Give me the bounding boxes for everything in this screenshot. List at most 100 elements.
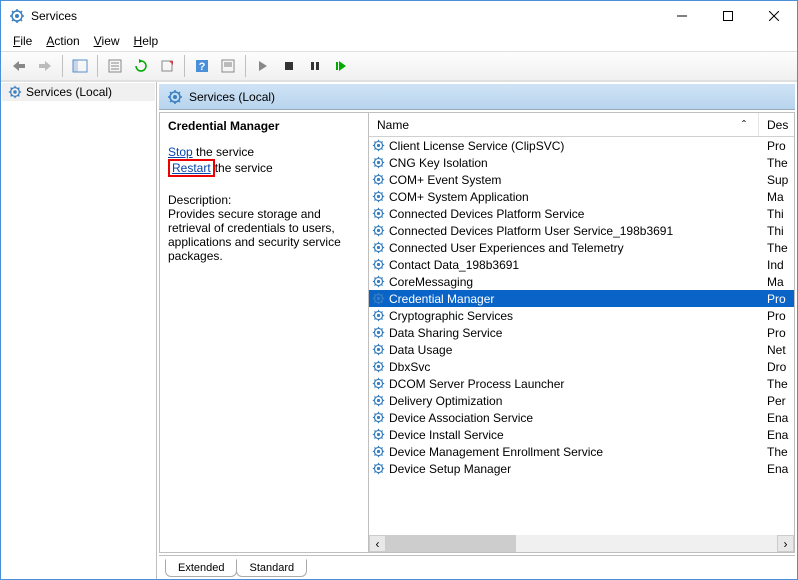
column-name[interactable]: Name ˆ	[369, 113, 759, 136]
services-icon	[9, 8, 25, 24]
minimize-button[interactable]	[659, 1, 705, 31]
column-description[interactable]: Des	[759, 113, 794, 136]
service-row[interactable]: DbxSvcDro	[369, 358, 794, 375]
service-name: Contact Data_198b3691	[387, 258, 759, 272]
service-row[interactable]: Connected User Experiences and Telemetry…	[369, 239, 794, 256]
service-row[interactable]: Device Setup ManagerEna	[369, 460, 794, 477]
service-description: Pro	[759, 309, 794, 323]
gear-icon	[369, 411, 387, 424]
service-description: Pro	[759, 326, 794, 340]
service-row[interactable]: Client License Service (ClipSVC)Pro	[369, 137, 794, 154]
menu-help[interactable]: Help	[134, 34, 159, 48]
restart-service-link[interactable]: Restart	[172, 161, 211, 175]
gear-icon	[369, 326, 387, 339]
detail-pane: Credential Manager Stop the service Rest…	[160, 113, 368, 552]
gear-icon	[369, 156, 387, 169]
menu-file[interactable]: File	[13, 34, 32, 48]
service-name: Device Setup Manager	[387, 462, 759, 476]
service-description: Thi	[759, 207, 794, 221]
service-name: Cryptographic Services	[387, 309, 759, 323]
stop-service-link[interactable]: Stop	[168, 145, 193, 159]
service-row[interactable]: Device Association ServiceEna	[369, 409, 794, 426]
horizontal-scrollbar[interactable]: ‹ ›	[369, 535, 794, 552]
service-row[interactable]: DCOM Server Process LauncherThe	[369, 375, 794, 392]
tree-item-services-local[interactable]: Services (Local)	[2, 83, 155, 101]
help-2-button[interactable]	[216, 54, 240, 78]
service-name: Data Sharing Service	[387, 326, 759, 340]
services-icon	[8, 85, 22, 99]
gear-icon	[369, 190, 387, 203]
window-title: Services	[31, 9, 659, 23]
service-description: The	[759, 377, 794, 391]
gear-icon	[369, 394, 387, 407]
service-description: Ena	[759, 411, 794, 425]
back-button[interactable]	[7, 54, 31, 78]
service-name: Connected Devices Platform User Service_…	[387, 224, 759, 238]
service-row[interactable]: Credential ManagerPro	[369, 290, 794, 307]
gear-icon	[369, 343, 387, 356]
menu-view[interactable]: View	[94, 34, 120, 48]
start-service-button[interactable]	[251, 54, 275, 78]
content-area: Services (Local) Services (Local) Creden…	[1, 81, 797, 579]
help-button[interactable]: ?	[190, 54, 214, 78]
service-row[interactable]: Data UsageNet	[369, 341, 794, 358]
service-name: Device Management Enrollment Service	[387, 445, 759, 459]
console-tree[interactable]: Services (Local)	[1, 82, 157, 579]
stop-suffix: the service	[193, 145, 254, 159]
service-row[interactable]: Data Sharing ServicePro	[369, 324, 794, 341]
restart-service-button[interactable]	[329, 54, 353, 78]
gear-icon	[369, 139, 387, 152]
pause-service-button[interactable]	[303, 54, 327, 78]
refresh-button[interactable]	[129, 54, 153, 78]
scroll-left-button[interactable]: ‹	[369, 535, 386, 552]
service-description: Thi	[759, 224, 794, 238]
service-row[interactable]: COM+ Event SystemSup	[369, 171, 794, 188]
service-description: Sup	[759, 173, 794, 187]
service-row[interactable]: Connected Devices Platform ServiceThi	[369, 205, 794, 222]
tab-standard[interactable]: Standard	[236, 559, 307, 577]
service-row[interactable]: Connected Devices Platform User Service_…	[369, 222, 794, 239]
show-hide-tree-button[interactable]	[68, 54, 92, 78]
maximize-button[interactable]	[705, 1, 751, 31]
service-name: Delivery Optimization	[387, 394, 759, 408]
service-row[interactable]: CoreMessagingMa	[369, 273, 794, 290]
service-row[interactable]: Device Install ServiceEna	[369, 426, 794, 443]
view-tabs: Extended Standard	[159, 555, 795, 577]
properties-button[interactable]	[103, 54, 127, 78]
service-description: Ind	[759, 258, 794, 272]
service-name: Connected User Experiences and Telemetry	[387, 241, 759, 255]
gear-icon	[369, 428, 387, 441]
gear-icon	[369, 292, 387, 305]
tab-extended[interactable]: Extended	[165, 559, 237, 577]
service-description: Pro	[759, 292, 794, 306]
service-row[interactable]: COM+ System ApplicationMa	[369, 188, 794, 205]
forward-button[interactable]	[33, 54, 57, 78]
service-row[interactable]: Delivery OptimizationPer	[369, 392, 794, 409]
export-button[interactable]	[155, 54, 179, 78]
service-name: CoreMessaging	[387, 275, 759, 289]
title-bar[interactable]: Services	[1, 1, 797, 31]
scroll-thumb[interactable]	[386, 535, 516, 552]
services-icon	[167, 89, 183, 105]
service-name: Device Association Service	[387, 411, 759, 425]
menu-bar: File Action View Help	[1, 31, 797, 51]
service-row[interactable]: Cryptographic ServicesPro	[369, 307, 794, 324]
service-row[interactable]: CNG Key IsolationThe	[369, 154, 794, 171]
gear-icon	[369, 360, 387, 373]
svg-text:?: ?	[199, 61, 206, 73]
service-description: The	[759, 156, 794, 170]
gear-icon	[369, 462, 387, 475]
service-row[interactable]: Device Management Enrollment ServiceThe	[369, 443, 794, 460]
close-button[interactable]	[751, 1, 797, 31]
scroll-right-button[interactable]: ›	[777, 535, 794, 552]
stop-service-button[interactable]	[277, 54, 301, 78]
gear-icon	[369, 207, 387, 220]
gear-icon	[369, 173, 387, 186]
services-list: Name ˆ Des Client License Service (ClipS…	[368, 113, 794, 552]
service-description: Ma	[759, 275, 794, 289]
tree-item-label: Services (Local)	[26, 85, 112, 99]
menu-action[interactable]: Action	[46, 34, 79, 48]
gear-icon	[369, 224, 387, 237]
service-row[interactable]: Contact Data_198b3691Ind	[369, 256, 794, 273]
service-description: Ma	[759, 190, 794, 204]
